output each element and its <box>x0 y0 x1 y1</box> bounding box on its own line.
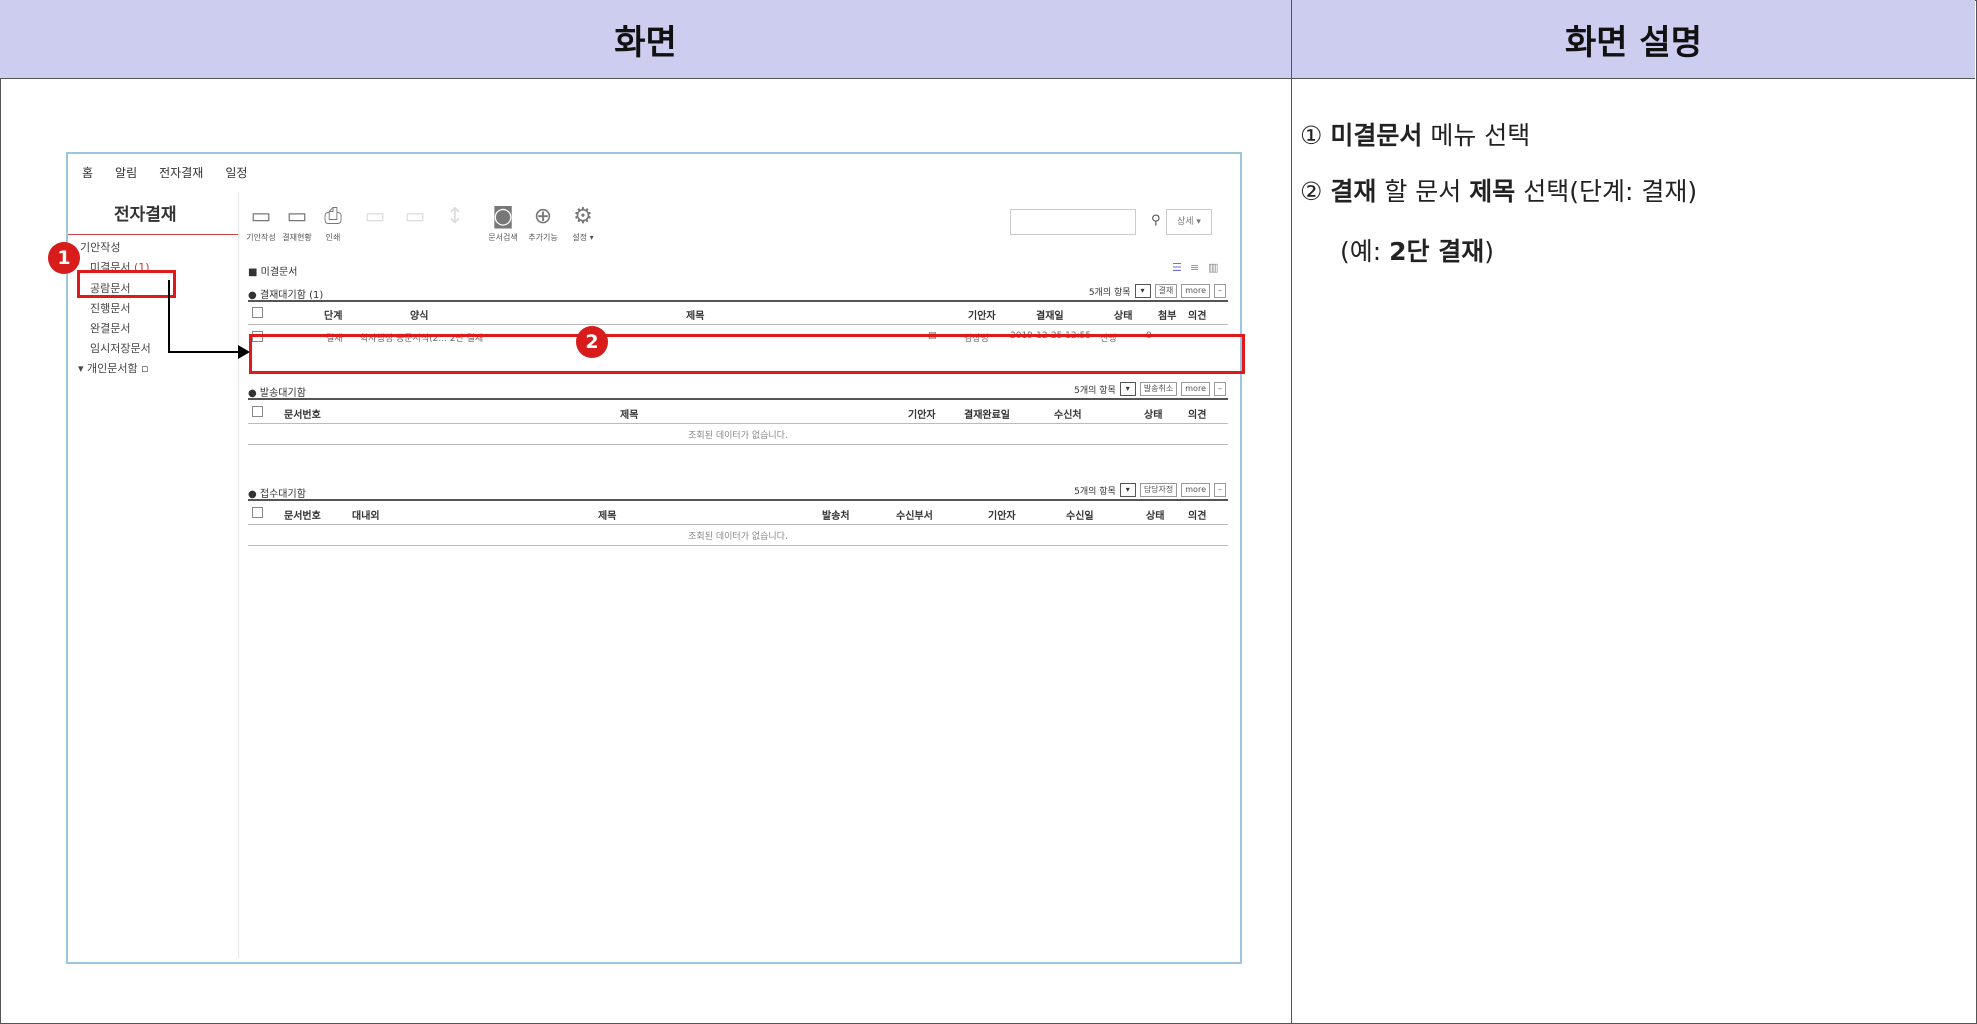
nav-home[interactable]: 홈 <box>82 164 93 181</box>
chevron-down-icon[interactable]: ▾ <box>1134 284 1151 298</box>
toolbar-status-button[interactable]: ▭ 결재현황 <box>280 206 314 243</box>
approval-count-label: 5개의 항목 <box>1088 287 1131 298</box>
select-all-checkbox[interactable] <box>252 406 263 417</box>
approval-table-header: 단계 양식 제목 기안자 결재일 상태 첨부 의견 <box>248 304 1228 324</box>
sidebar-item-personal[interactable]: ▾ 개인문서함 ▫ <box>78 360 149 376</box>
app-screenshot: 홈 알림 전자결재 일정 전자결재 기안작성 미결문서 (1) 공람문서 진행문… <box>66 152 1242 964</box>
approval-more-button[interactable]: more <box>1181 284 1210 298</box>
send-more-button[interactable]: more <box>1181 382 1210 396</box>
highlight-pending-menu <box>77 270 176 298</box>
sidebar-title: 전자결재 <box>114 205 177 225</box>
description-line-1: ① 미결문서 메뉴 선택 <box>1300 121 1531 150</box>
nav-alerts[interactable]: 알림 <box>115 164 137 181</box>
top-nav: 홈 알림 전자결재 일정 <box>82 164 247 181</box>
send-empty-message: 조회된 데이터가 없습니다. <box>688 431 788 441</box>
send-controls: 5개의 항목 ▾ 발송취소 more – <box>1074 382 1226 396</box>
send-section-title: ● 발송대기함 <box>248 388 306 399</box>
approve-button[interactable]: 결재 <box>1154 284 1178 298</box>
grid-view-icon[interactable]: ▥ <box>1208 261 1218 274</box>
receive-count-label: 5개의 항목 <box>1074 486 1116 497</box>
toolbar-settings-button[interactable]: ⚙ 설정 ▾ <box>566 206 600 243</box>
column-divider <box>1291 78 1292 1024</box>
sidebar-item-temp[interactable]: 임시저장문서 <box>90 340 151 356</box>
arrow-line-horizontal <box>168 351 240 353</box>
search-input[interactable] <box>1010 209 1136 235</box>
compact-view-icon[interactable]: ≡ <box>1190 261 1199 274</box>
draft-icon: ▭ <box>250 204 272 229</box>
plus-icon: ⊕ <box>533 204 553 229</box>
toolbar-draft-button[interactable]: ▭ 기안작성 <box>244 206 278 243</box>
approval-section-title: ● 결재대기함 (1) <box>248 290 324 301</box>
status-icon: ▭ <box>286 204 308 229</box>
chevron-down-icon[interactable]: ▾ <box>1119 382 1136 396</box>
gear-icon: ⚙ <box>573 204 593 229</box>
sidebar-item-progress[interactable]: 진행문서 <box>90 300 130 316</box>
list-view-icon[interactable]: ☰ <box>1172 261 1182 274</box>
select-all-checkbox[interactable] <box>252 307 263 318</box>
column-header-screen: 화면 <box>0 0 1292 79</box>
search-icon[interactable]: ⚲ <box>1151 213 1161 228</box>
doc-search-icon: ◙ <box>492 204 514 229</box>
sidebar-item-completed[interactable]: 완결문서 <box>90 320 130 336</box>
column-header-description: 화면 설명 <box>1292 0 1975 79</box>
receive-table-header: 문서번호 대내외 제목 발송처 수신부서 기안자 수신일 상태 의견 <box>248 504 1228 524</box>
print-icon: ⎙ <box>324 204 342 229</box>
sidebar-item-draft[interactable]: 기안작성 <box>80 239 120 255</box>
receive-controls: 5개의 항목 ▾ 담당자정 more – <box>1074 483 1226 497</box>
toolbar-addon-button[interactable]: ⊕ 추가기능 <box>526 206 560 243</box>
receive-empty-message: 조회된 데이터가 없습니다. <box>688 532 788 542</box>
toolbar-print-button[interactable]: ⎙ 인쇄 <box>316 206 350 243</box>
chevron-down-icon[interactable]: ▾ <box>1119 483 1136 497</box>
arrow-line-vertical <box>168 280 170 352</box>
toolbar-disabled-button-1: ▭ <box>364 204 386 229</box>
cancel-send-button[interactable]: 발송취소 <box>1139 382 1178 396</box>
sidebar: 전자결재 기안작성 미결문서 (1) 공람문서 진행문서 완결문서 임시저장문서… <box>68 192 239 958</box>
toolbar-disabled-button-3: ↕ <box>445 204 465 229</box>
send-count-label: 5개의 항목 <box>1074 385 1116 396</box>
search-detail-select[interactable]: 상세 ▾ <box>1166 209 1212 235</box>
sidebar-divider <box>68 234 238 235</box>
approval-header-rule <box>248 300 1228 302</box>
toolbar-search-doc-button[interactable]: ◙ 문서검색 <box>486 206 520 243</box>
description-line-3: (예: 2단 결재) <box>1340 237 1494 266</box>
send-table-header: 문서번호 제목 기안자 결재완료일 수신처 상태 의견 <box>248 403 1228 423</box>
assign-button[interactable]: 담당자정 <box>1139 483 1178 497</box>
description-line-2: ② 결재 할 문서 제목 선택(단계: 결재) <box>1300 177 1698 206</box>
arrow-head-icon <box>238 345 250 359</box>
step-badge-2: 2 <box>576 326 608 358</box>
folder-icon: ▫ <box>141 362 149 375</box>
step-badge-1: 1 <box>48 242 80 274</box>
page-title: ■ 미결문서 <box>248 267 298 278</box>
receive-more-button[interactable]: more <box>1181 483 1210 497</box>
highlight-approval-row <box>249 334 1245 374</box>
approval-controls: 5개의 항목 ▾ 결재 more – <box>1089 284 1226 298</box>
receive-section-title: ● 접수대기함 <box>248 489 306 500</box>
send-collapse-button[interactable]: – <box>1214 382 1226 396</box>
select-all-checkbox[interactable] <box>252 507 263 518</box>
approval-collapse-button[interactable]: – <box>1214 284 1226 298</box>
nav-approval[interactable]: 전자결재 <box>159 164 203 181</box>
nav-schedule[interactable]: 일정 <box>225 164 247 181</box>
receive-collapse-button[interactable]: – <box>1214 483 1226 497</box>
toolbar-disabled-button-2: ▭ <box>404 204 426 229</box>
